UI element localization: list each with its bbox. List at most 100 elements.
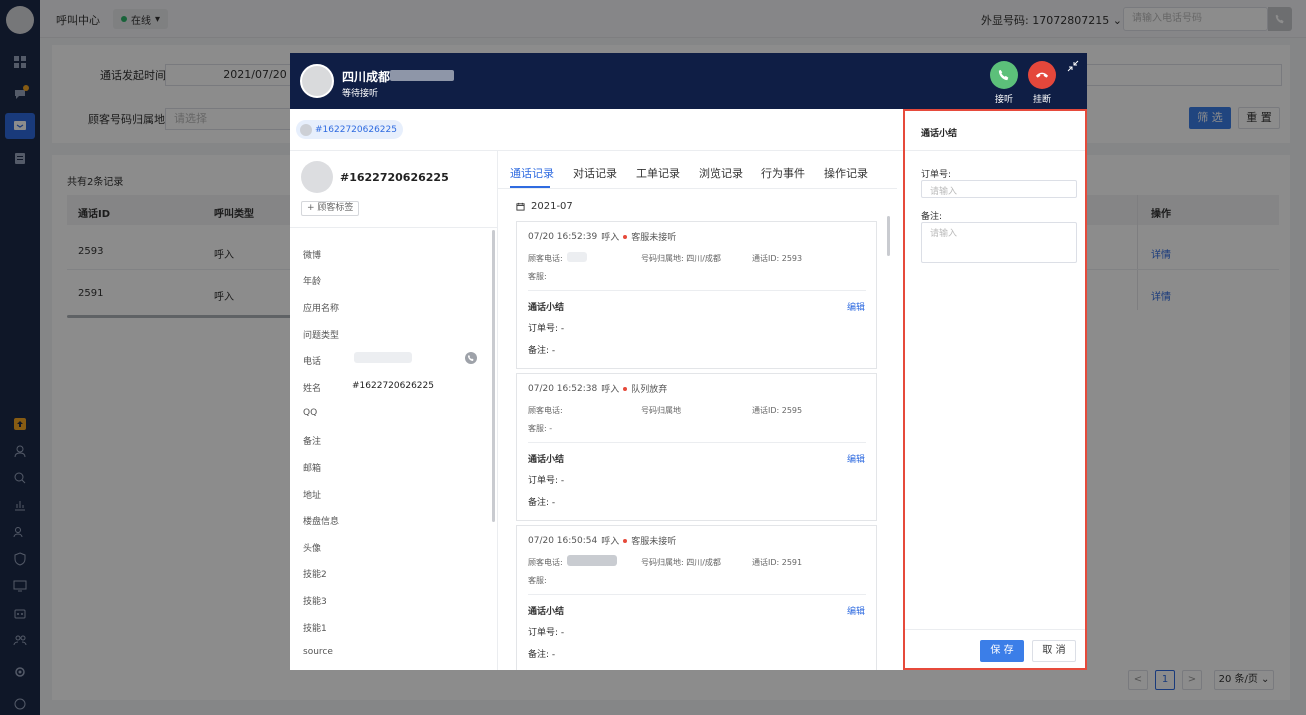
summary-title: 通话小结 — [528, 455, 565, 465]
tab-browse-records[interactable]: 浏览记录 — [699, 165, 743, 181]
customer-chip[interactable]: #1622720626225 — [296, 120, 403, 139]
field-property-label: 楼盘信息 — [303, 517, 340, 527]
region-value: 号码归属地: 四川/成都 — [641, 254, 721, 263]
tab-call-records[interactable]: 通话记录 — [510, 165, 554, 181]
field-email-label: 邮箱 — [303, 464, 322, 474]
divider — [290, 150, 903, 151]
record-time: 07/20 16:50:54 呼入 客服未接听 — [528, 535, 677, 548]
field-name-label: 姓名 — [303, 384, 322, 394]
field-phone-label: 电话 — [303, 357, 322, 367]
order-number-label: 订单号: — [921, 170, 952, 180]
record-time: 07/20 16:52:39 呼入 客服未接听 — [528, 231, 677, 244]
column-divider — [497, 150, 498, 670]
field-note-label: 备注 — [303, 437, 322, 447]
field-skill3-label: 技能3 — [303, 597, 327, 607]
minimize-icon[interactable] — [1066, 59, 1080, 73]
redacted-phone-value — [354, 352, 412, 363]
chip-label: #1622720626225 — [315, 124, 397, 135]
order-row: 订单号: - — [528, 628, 565, 638]
summary-title: 通话小结 — [528, 607, 565, 617]
answer-label: 接听 — [994, 95, 1013, 105]
incoming-call-modal: 四川成都 等待接听 接听 挂断 #1622720626225 #16227206… — [290, 53, 1087, 670]
note-row: 备注: - — [528, 650, 556, 660]
field-weibo-label: 微博 — [303, 251, 322, 261]
call-record-card[interactable]: 07/20 16:52:39 呼入 客服未接听 顾客电话: 号码归属地: 四川/成都… — [516, 221, 877, 369]
call-status: 等待接听 — [342, 89, 379, 99]
chip-avatar — [300, 123, 312, 136]
divider — [528, 442, 866, 443]
answer-button[interactable] — [990, 61, 1018, 89]
save-button[interactable]: 保 存 — [980, 640, 1024, 662]
call-header: 四川成都 等待接听 接听 挂断 — [290, 53, 1087, 109]
tab-behavior-events[interactable]: 行为事件 — [761, 165, 805, 181]
edit-link[interactable]: 编辑 — [847, 300, 865, 313]
agent-label: 客服: — [528, 576, 547, 585]
order-row: 订单号: - — [528, 324, 565, 334]
profile-id: #1622720626225 — [340, 171, 449, 184]
divider — [528, 290, 866, 291]
field-age-label: 年龄 — [303, 277, 322, 287]
divider — [290, 227, 497, 228]
field-skill2-label: 技能2 — [303, 570, 327, 580]
status-dot-icon — [623, 234, 628, 239]
redacted-value — [567, 555, 617, 566]
tab-operation-records[interactable]: 操作记录 — [824, 165, 868, 181]
customer-phone-label: 顾客电话: — [528, 406, 563, 415]
call-record-card[interactable]: 07/20 16:50:54 呼入 客服未接听 顾客电话: 号码归属地: 四川/成都… — [516, 525, 877, 670]
edit-link[interactable]: 编辑 — [847, 604, 865, 617]
redacted-phone — [390, 70, 454, 81]
summary-panel-title: 通话小结 — [921, 129, 958, 139]
month-label: 2021-07 — [531, 201, 573, 212]
tabs-divider — [497, 188, 897, 189]
field-address-label: 地址 — [303, 491, 322, 501]
records-scrollbar[interactable] — [887, 216, 890, 256]
caller-location: 四川成都 — [342, 70, 391, 84]
field-source-label: source — [303, 647, 333, 657]
call-id-value: 通话ID: 2591 — [752, 558, 803, 567]
divider — [528, 594, 866, 595]
status-dot-icon — [623, 538, 628, 543]
note-label: 备注: — [921, 212, 943, 222]
field-qq-label: QQ — [303, 408, 318, 418]
divider — [905, 629, 1085, 630]
customer-phone-label: 顾客电话: — [528, 558, 563, 567]
field-issue-type-label: 问题类型 — [303, 331, 340, 341]
call-id-value: 通话ID: 2595 — [752, 406, 803, 415]
hangup-label: 挂断 — [1032, 95, 1051, 105]
order-number-input[interactable]: 请输入 — [921, 180, 1077, 198]
field-name-value: #1622720626225 — [352, 381, 434, 391]
call-summary-panel: 通话小结 订单号: 请输入 备注: 请输入 保 存 取 消 — [903, 109, 1087, 670]
tab-chat-records[interactable]: 对话记录 — [573, 165, 617, 181]
calendar-icon — [516, 202, 525, 211]
record-time: 07/20 16:52:38 呼入 队列放弃 — [528, 383, 668, 396]
profile-scrollbar[interactable] — [492, 230, 495, 522]
customer-phone-label: 顾客电话: — [528, 254, 563, 263]
phone-icon — [998, 69, 1009, 81]
hangup-button[interactable] — [1028, 61, 1056, 89]
profile-avatar — [301, 161, 333, 193]
region-value: 号码归属地: 四川/成都 — [641, 558, 721, 567]
field-avatar-label: 头像 — [303, 544, 322, 554]
redacted-value — [567, 252, 587, 262]
month-group: 2021-07 — [516, 201, 573, 212]
region-value: 号码归属地 — [641, 406, 681, 415]
field-app-label: 应用名称 — [303, 304, 340, 314]
note-row: 备注: - — [528, 498, 556, 508]
caller-avatar — [300, 64, 334, 98]
status-dot-icon — [623, 386, 628, 391]
order-row: 订单号: - — [528, 476, 565, 486]
call-record-card[interactable]: 07/20 16:52:38 呼入 队列放弃 顾客电话: 号码归属地 通话ID: 2… — [516, 373, 877, 521]
agent-label: 客服: — [528, 272, 547, 281]
tab-ticket-records[interactable]: 工单记录 — [636, 165, 680, 181]
cancel-button[interactable]: 取 消 — [1032, 640, 1076, 662]
field-skill1-label: 技能1 — [303, 624, 327, 634]
add-customer-tag-button[interactable]: + 顾客标签 — [301, 201, 360, 216]
hangup-icon — [1035, 72, 1049, 78]
divider — [905, 150, 1085, 151]
note-row: 备注: - — [528, 346, 556, 356]
call-id-value: 通话ID: 2593 — [752, 254, 803, 263]
phone-call-icon[interactable] — [465, 352, 477, 364]
edit-link[interactable]: 编辑 — [847, 452, 865, 465]
summary-title: 通话小结 — [528, 303, 565, 313]
note-textarea[interactable]: 请输入 — [921, 222, 1077, 263]
